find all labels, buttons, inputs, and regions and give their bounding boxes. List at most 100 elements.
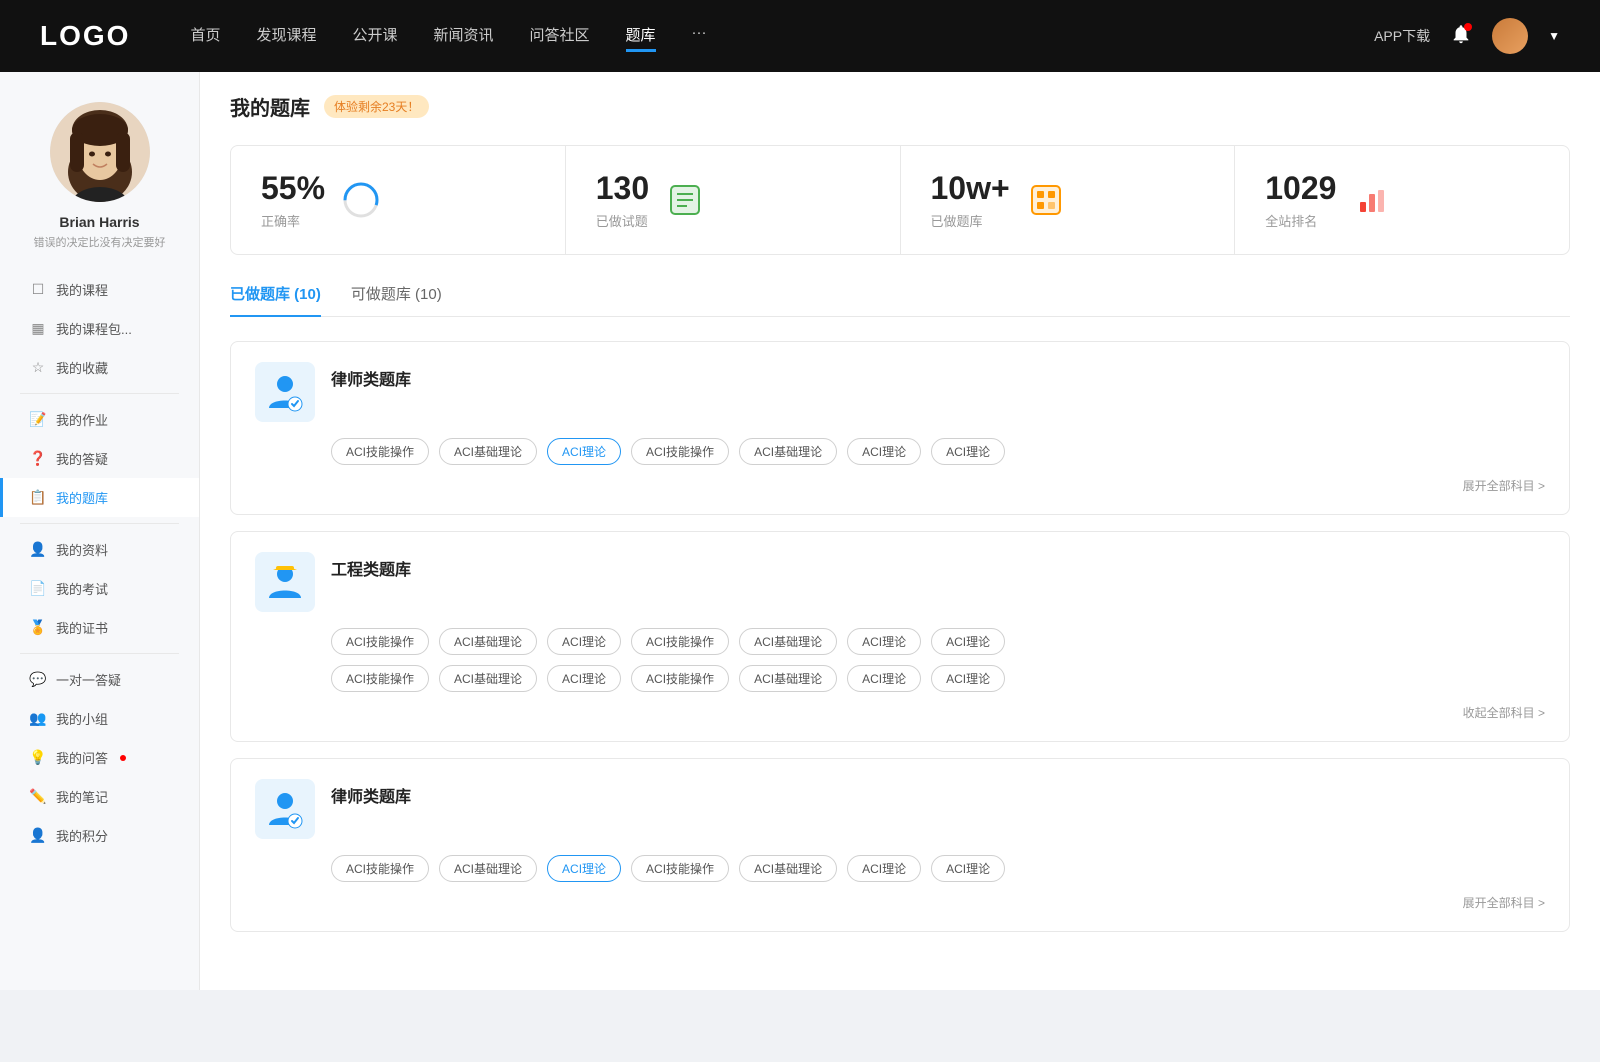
user-menu-chevron[interactable]: ▼	[1548, 29, 1560, 43]
tag-1a-5[interactable]: ACI理论	[847, 628, 921, 655]
nav-item-home[interactable]: 首页	[190, 20, 220, 52]
tag-0-1[interactable]: ACI基础理论	[439, 438, 537, 465]
tag-2-1[interactable]: ACI基础理论	[439, 855, 537, 882]
qbank-card-0: 律师类题库 ACI技能操作 ACI基础理论 ACI理论 ACI技能操作 ACI基…	[230, 341, 1570, 515]
sidebar-item-mydata[interactable]: 👤 我的资料	[0, 530, 199, 569]
sidebar-item-mygroup[interactable]: 👥 我的小组	[0, 699, 199, 738]
user-avatar[interactable]	[1492, 18, 1528, 54]
nav-item-news[interactable]: 新闻资讯	[434, 20, 494, 52]
tag-0-4[interactable]: ACI基础理论	[739, 438, 837, 465]
sidebar-avatar	[50, 102, 150, 202]
sidebar-item-mypoints[interactable]: 👤 我的积分	[0, 816, 199, 855]
app-download-button[interactable]: APP下载	[1374, 26, 1430, 46]
tag-1b-6[interactable]: ACI理论	[931, 665, 1005, 692]
tag-1b-0[interactable]: ACI技能操作	[331, 665, 429, 692]
tag-1a-4[interactable]: ACI基础理论	[739, 628, 837, 655]
sidebar: Brian Harris 错误的决定比没有决定要好 ☐ 我的课程 ▦ 我的课程包…	[0, 72, 200, 990]
tag-1b-2[interactable]: ACI理论	[547, 665, 621, 692]
expand-link-0[interactable]: 展开全部科目 >	[1463, 477, 1545, 494]
grid-icon	[1030, 184, 1062, 216]
sidebar-item-label: 我的答疑	[56, 449, 108, 468]
mycourse-icon: ☐	[30, 282, 46, 298]
tag-0-5[interactable]: ACI理论	[847, 438, 921, 465]
divider-2	[20, 523, 179, 524]
qbank-icon-0	[255, 362, 315, 422]
nav-item-discover[interactable]: 发现课程	[256, 20, 316, 52]
tag-0-6[interactable]: ACI理论	[931, 438, 1005, 465]
sidebar-item-myqanda[interactable]: 💡 我的问答	[0, 738, 199, 777]
stat-value-done-questions: 130	[596, 170, 649, 207]
lawyer-person-icon	[263, 370, 307, 414]
nav-item-more[interactable]: ···	[692, 20, 707, 52]
myexam-icon: 📄	[30, 581, 46, 597]
sidebar-item-label: 我的收藏	[56, 358, 108, 377]
accuracy-icon	[341, 180, 381, 220]
tab-todo-banks[interactable]: 可做题库 (10)	[351, 283, 442, 316]
main-layout: Brian Harris 错误的决定比没有决定要好 ☐ 我的课程 ▦ 我的课程包…	[0, 72, 1600, 990]
tag-0-0[interactable]: ACI技能操作	[331, 438, 429, 465]
tag-2-2[interactable]: ACI理论	[547, 855, 621, 882]
notification-bell[interactable]	[1450, 23, 1472, 50]
sidebar-item-qbank[interactable]: 📋 我的题库	[0, 478, 199, 517]
tab-done-banks[interactable]: 已做题库 (10)	[230, 283, 321, 316]
tag-1a-3[interactable]: ACI技能操作	[631, 628, 729, 655]
sidebar-item-label: 我的课程包...	[56, 319, 132, 338]
tag-2-5[interactable]: ACI理论	[847, 855, 921, 882]
sidebar-item-myexam[interactable]: 📄 我的考试	[0, 569, 199, 608]
tag-0-2[interactable]: ACI理论	[547, 438, 621, 465]
tag-1b-5[interactable]: ACI理论	[847, 665, 921, 692]
tag-0-3[interactable]: ACI技能操作	[631, 438, 729, 465]
stat-label-done-banks: 已做题库	[931, 211, 1010, 230]
sidebar-item-label: 我的问答	[56, 748, 108, 767]
mydata-icon: 👤	[30, 542, 46, 558]
stat-label-accuracy: 正确率	[261, 211, 325, 230]
card-footer-2: 展开全部科目 >	[255, 894, 1545, 911]
sidebar-item-homework[interactable]: 📝 我的作业	[0, 400, 199, 439]
tag-1b-4[interactable]: ACI基础理论	[739, 665, 837, 692]
bell-notification-dot	[1464, 23, 1472, 31]
tag-1b-3[interactable]: ACI技能操作	[631, 665, 729, 692]
main-content: 我的题库 体验剩余23天！ 55% 正确率	[200, 72, 1600, 990]
sidebar-menu: ☐ 我的课程 ▦ 我的课程包... ☆ 我的收藏 📝 我的作业 ❓ 我的答疑 📋	[0, 270, 199, 855]
tag-2-0[interactable]: ACI技能操作	[331, 855, 429, 882]
sidebar-item-mycert[interactable]: 🏅 我的证书	[0, 608, 199, 647]
stat-text-done-questions: 130 已做试题	[596, 170, 649, 230]
bar-chart-icon	[1356, 184, 1388, 216]
sidebar-item-label: 我的小组	[56, 709, 108, 728]
sidebar-item-mycourse[interactable]: ☐ 我的课程	[0, 270, 199, 309]
tag-2-6[interactable]: ACI理论	[931, 855, 1005, 882]
tag-1b-1[interactable]: ACI基础理论	[439, 665, 537, 692]
expand-link-1[interactable]: 收起全部科目 >	[1463, 704, 1545, 721]
homework-icon: 📝	[30, 412, 46, 428]
sidebar-item-label: 我的作业	[56, 410, 108, 429]
qbank-header-2: 律师类题库	[255, 779, 1545, 839]
done-banks-icon	[1026, 180, 1066, 220]
stat-text-rank: 1029 全站排名	[1265, 170, 1336, 230]
sidebar-item-mynotes[interactable]: ✏️ 我的笔记	[0, 777, 199, 816]
nav-item-opencourse[interactable]: 公开课	[352, 20, 397, 52]
nav-item-qa[interactable]: 问答社区	[530, 20, 590, 52]
stat-value-done-banks: 10w+	[931, 170, 1010, 207]
myqanda-icon: 💡	[30, 750, 46, 766]
nav-item-qbank[interactable]: 题库	[626, 20, 656, 52]
lawyer-person-icon-2	[263, 787, 307, 831]
stat-card-accuracy: 55% 正确率	[231, 146, 566, 254]
tag-1a-0[interactable]: ACI技能操作	[331, 628, 429, 655]
tag-2-3[interactable]: ACI技能操作	[631, 855, 729, 882]
mypoints-icon: 👤	[30, 828, 46, 844]
qbank-header-1: 工程类题库	[255, 552, 1545, 612]
card-footer-1: 收起全部科目 >	[255, 704, 1545, 721]
sidebar-item-favorites[interactable]: ☆ 我的收藏	[0, 348, 199, 387]
tag-2-4[interactable]: ACI基础理论	[739, 855, 837, 882]
sidebar-item-label: 我的积分	[56, 826, 108, 845]
expand-link-2[interactable]: 展开全部科目 >	[1463, 894, 1545, 911]
nav-right: APP下载 ▼	[1374, 18, 1560, 54]
navbar: LOGO 首页 发现课程 公开课 新闻资讯 问答社区 题库 ··· APP下载 …	[0, 0, 1600, 72]
sidebar-item-myqa[interactable]: ❓ 我的答疑	[0, 439, 199, 478]
sidebar-item-oneone[interactable]: 💬 一对一答疑	[0, 660, 199, 699]
tag-1a-6[interactable]: ACI理论	[931, 628, 1005, 655]
tag-1a-1[interactable]: ACI基础理论	[439, 628, 537, 655]
tags-row-0: ACI技能操作 ACI基础理论 ACI理论 ACI技能操作 ACI基础理论 AC…	[331, 438, 1545, 465]
sidebar-item-coursepack[interactable]: ▦ 我的课程包...	[0, 309, 199, 348]
tag-1a-2[interactable]: ACI理论	[547, 628, 621, 655]
